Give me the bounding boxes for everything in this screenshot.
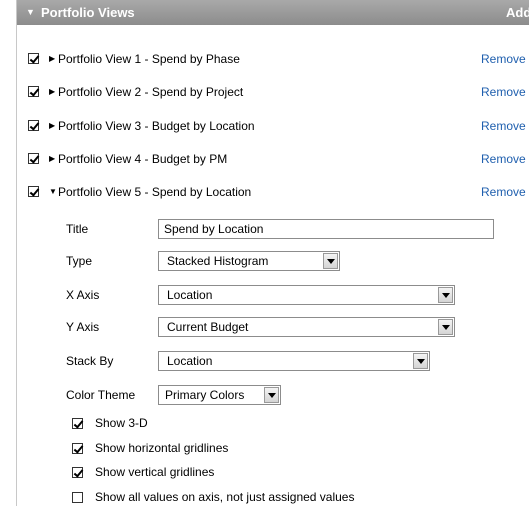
- show-all-axis-values-checkbox[interactable]: [72, 492, 83, 503]
- view-row-4: ▶ Portfolio View 4 - Budget by PM Remove: [17, 148, 529, 170]
- panel-header[interactable]: ▼ Portfolio Views Add: [17, 0, 529, 25]
- view-3-remove-link[interactable]: Remove: [481, 119, 526, 133]
- show-3d-checkbox[interactable]: [72, 418, 83, 429]
- chevron-down-icon[interactable]: [438, 319, 453, 335]
- x-axis-field-label: X Axis: [66, 288, 100, 302]
- view-5-remove-link[interactable]: Remove: [481, 185, 526, 199]
- triangle-right-icon[interactable]: ▶: [49, 154, 55, 164]
- chevron-down-icon[interactable]: [413, 353, 428, 369]
- view-4-label[interactable]: Portfolio View 4 - Budget by PM: [58, 152, 227, 166]
- y-axis-select-value: Current Budget: [167, 320, 249, 334]
- show-all-axis-values-label[interactable]: Show all values on axis, not just assign…: [95, 490, 354, 504]
- triangle-down-icon: ▼: [26, 7, 35, 17]
- color-theme-select-value: Primary Colors: [165, 388, 245, 402]
- portfolio-views-panel: ▼ Portfolio Views Add ▶ Portfolio View 1…: [16, 0, 529, 506]
- view-4-checkbox[interactable]: [28, 153, 39, 164]
- color-theme-select[interactable]: Primary Colors: [158, 385, 281, 405]
- add-link[interactable]: Add: [506, 5, 529, 20]
- stack-by-field-label: Stack By: [66, 354, 114, 368]
- view-1-remove-link[interactable]: Remove: [481, 52, 526, 66]
- y-axis-select[interactable]: Current Budget: [158, 317, 455, 337]
- triangle-down-icon[interactable]: ▼: [49, 187, 57, 197]
- view-5-checkbox[interactable]: [28, 186, 39, 197]
- view-3-label[interactable]: Portfolio View 3 - Budget by Location: [58, 119, 255, 133]
- chevron-down-icon[interactable]: [323, 253, 338, 269]
- chevron-down-icon[interactable]: [264, 387, 279, 403]
- view-1-label[interactable]: Portfolio View 1 - Spend by Phase: [58, 52, 240, 66]
- x-axis-select-value: Location: [167, 288, 213, 302]
- view-row-2: ▶ Portfolio View 2 - Spend by Project Re…: [17, 81, 529, 103]
- view-row-5: ▼ Portfolio View 5 - Spend by Location R…: [17, 181, 529, 203]
- panel-title: Portfolio Views: [41, 5, 135, 20]
- title-field-label: Title: [66, 222, 89, 236]
- show-vertical-gridlines-label[interactable]: Show vertical gridlines: [95, 465, 214, 479]
- show-3d-label[interactable]: Show 3-D: [95, 416, 148, 430]
- view-row-3: ▶ Portfolio View 3 - Budget by Location …: [17, 115, 529, 137]
- stack-by-select[interactable]: Location: [158, 351, 430, 371]
- view-3-checkbox[interactable]: [28, 120, 39, 131]
- x-axis-select[interactable]: Location: [158, 285, 455, 305]
- view-2-checkbox[interactable]: [28, 86, 39, 97]
- view-5-label[interactable]: Portfolio View 5 - Spend by Location: [58, 185, 251, 199]
- view-4-remove-link[interactable]: Remove: [481, 152, 526, 166]
- show-horizontal-gridlines-checkbox[interactable]: [72, 443, 83, 454]
- view-1-checkbox[interactable]: [28, 53, 39, 64]
- show-vertical-gridlines-checkbox[interactable]: [72, 467, 83, 478]
- triangle-right-icon[interactable]: ▶: [49, 87, 55, 97]
- chevron-down-icon[interactable]: [438, 287, 453, 303]
- view-2-remove-link[interactable]: Remove: [481, 85, 526, 99]
- type-select[interactable]: Stacked Histogram: [158, 251, 340, 271]
- type-field-label: Type: [66, 254, 93, 268]
- y-axis-field-label: Y Axis: [66, 320, 100, 334]
- show-horizontal-gridlines-label[interactable]: Show horizontal gridlines: [95, 441, 228, 455]
- view-row-1: ▶ Portfolio View 1 - Spend by Phase Remo…: [17, 48, 529, 70]
- triangle-right-icon[interactable]: ▶: [49, 121, 55, 131]
- view-2-label[interactable]: Portfolio View 2 - Spend by Project: [58, 85, 243, 99]
- triangle-right-icon[interactable]: ▶: [49, 54, 55, 64]
- color-theme-field-label: Color Theme: [66, 388, 136, 402]
- stack-by-select-value: Location: [167, 354, 213, 368]
- type-select-value: Stacked Histogram: [167, 254, 269, 268]
- title-input[interactable]: Spend by Location: [158, 219, 494, 239]
